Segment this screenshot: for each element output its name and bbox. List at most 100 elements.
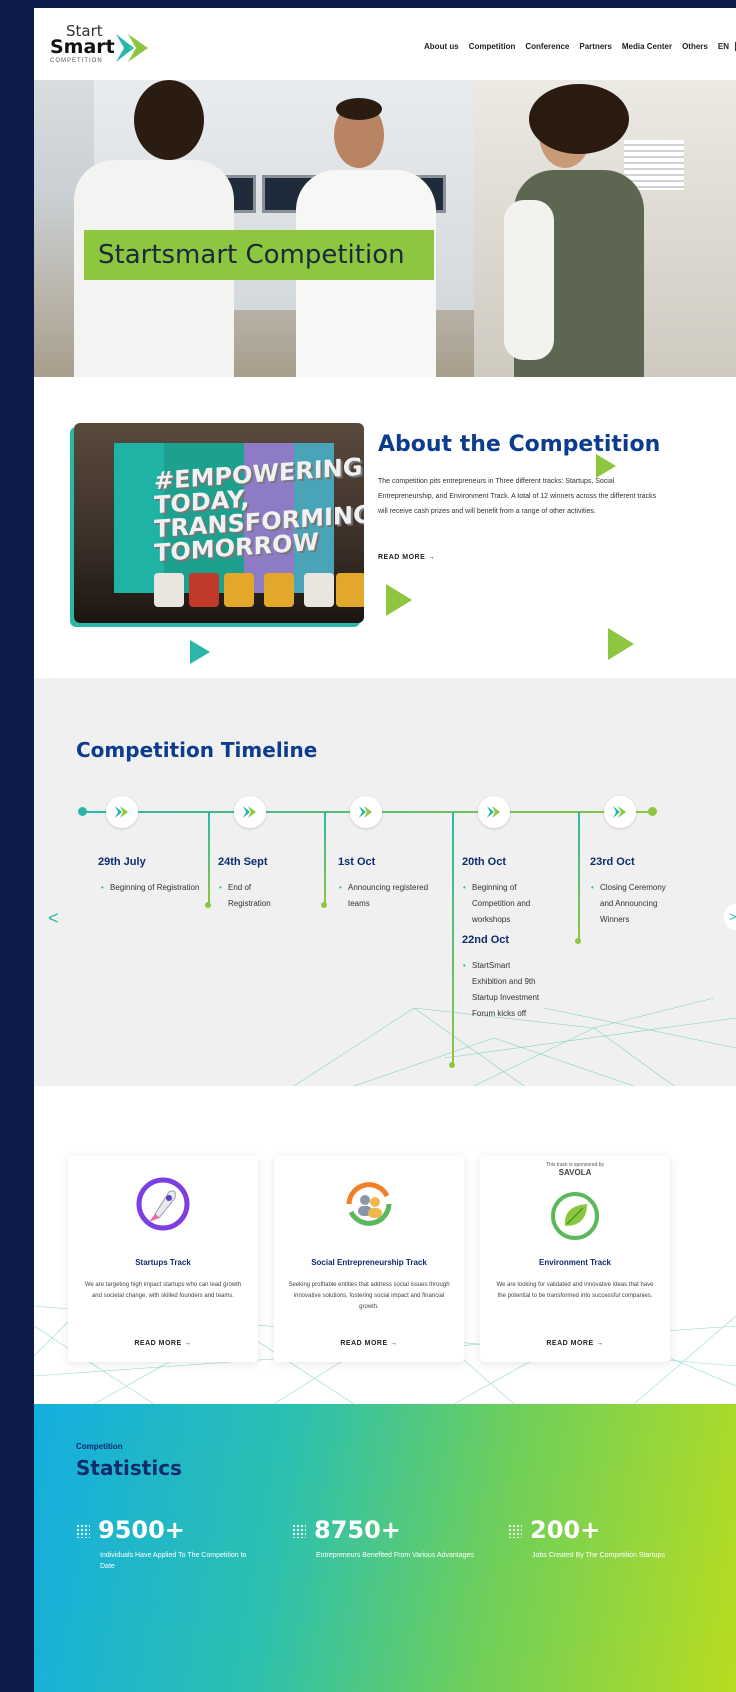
track-title: Startups Track [135,1258,191,1267]
nav-media-center[interactable]: Media Center [622,42,672,51]
decor-triangle-icon [596,454,616,478]
timeline-desc: End of Registration [219,880,294,912]
main-nav: About us Competition Conference Partners… [424,42,736,51]
image-hashtag: #EMPOWERING TODAY, TRANSFORMING TOMORROW [154,452,364,568]
stat-label: Individuals Have Applied To The Competit… [100,1552,247,1570]
decor-triangle-icon [190,640,210,664]
hero-person-hair [336,98,382,120]
statistics-section: Competition Statistics 9500+ Individuals… [34,1404,736,1692]
about-text: The competition pits entrepreneurs in Th… [378,478,657,515]
timeline-connector-dot [205,902,211,908]
track-desc: We are targeting high impact startups wh… [84,1282,242,1299]
timeline-start-dot [78,807,87,816]
image-stool [189,573,219,607]
dot-grid-icon [292,1524,306,1538]
stat-label: Entrepreneurs Benefited From Various Adv… [316,1552,474,1559]
chevron-right-icon [243,806,256,818]
track-read-more-link[interactable]: READ MORE → [68,1340,258,1347]
chevron-right-icon [487,806,500,818]
timeline-date: 24th Sept [218,856,268,868]
timeline-connector-dot [321,902,327,908]
nav-conference[interactable]: Conference [525,42,569,51]
timeline-date: 29th July [98,856,146,868]
chevron-right-icon [613,806,626,818]
timeline-desc: Closing Ceremony and Announcing Winners [591,880,672,928]
about-title: About the Competition [378,432,661,457]
tracks-section: Startups Track We are targeting high imp… [34,1086,736,1404]
track-title: Social Entrepreneurship Track [311,1258,427,1267]
timeline-date: 1st Oct [338,856,376,868]
logo[interactable]: Start Smart COMPETITION [50,22,150,66]
timeline-node [106,796,138,828]
statistics-subtitle: Competition [76,1442,123,1451]
timeline-node [350,796,382,828]
decor-triangle-icon [386,584,412,616]
timeline-desc: StartSmart Exhibition and 9th Startup In… [463,958,544,1022]
image-stool [304,573,334,607]
hero-person-sleeve [504,200,554,360]
nav-others[interactable]: Others [682,42,708,51]
logo-line3: COMPETITION [50,58,103,64]
track-card-social: Social Entrepreneurship Track Seeking pr… [274,1156,464,1362]
logo-line2: Smart [50,36,115,58]
stat-value: 200+ [530,1516,601,1544]
image-stool [154,573,184,607]
sponsor-logo: This track is sponsored by SAVOLA [540,1162,610,1177]
recycle-leaf-icon [551,1192,599,1240]
logo-chevron-icon [116,34,148,62]
timeline-node [478,796,510,828]
image-stool [224,573,254,607]
timeline-desc: Beginning of Registration [101,880,200,896]
dot-grid-icon [508,1524,522,1538]
timeline-connector [578,812,580,940]
nav-competition[interactable]: Competition [469,42,516,51]
timeline-date: 20th Oct [462,856,507,868]
image-stool [336,573,364,607]
track-desc: We are looking for validated and innovat… [496,1282,654,1299]
statistics-title: Statistics [76,1456,182,1480]
rocket-icon [136,1177,190,1231]
timeline-section: Competition Timeline 29th July Beginning… [34,678,736,1086]
stat-label: Jobs Created By The Competition Startups [532,1552,665,1559]
timeline-date: 22nd Oct [462,934,510,946]
timeline-desc: Beginning of Competition and workshops [463,880,556,928]
track-read-more-link[interactable]: READ MORE → [274,1340,464,1347]
track-read-more-link[interactable]: READ MORE → [480,1340,670,1347]
image-stool [264,573,294,607]
track-card-startups: Startups Track We are targeting high imp… [68,1156,258,1362]
timeline-desc: Announcing registered teams [339,880,444,912]
language-switch[interactable]: EN [718,42,736,51]
timeline-connector [452,812,454,1064]
about-read-more-link[interactable]: READ MORE → [378,554,435,561]
hero-person-hair [529,84,629,154]
hero-title: Startsmart Competition [84,230,434,280]
site-header: Start Smart COMPETITION About us Competi… [34,8,736,80]
decor-triangle-icon [608,628,634,660]
timeline-node [234,796,266,828]
nav-about-us[interactable]: About us [424,42,459,51]
timeline-connector-dot [575,938,581,944]
timeline-connector [208,812,210,904]
nav-partners[interactable]: Partners [579,42,611,51]
timeline-prev-button[interactable]: < [48,908,59,929]
community-icon [346,1182,392,1226]
track-card-environment: This track is sponsored by SAVOLA Enviro… [480,1156,670,1362]
track-title: Environment Track [538,1258,612,1267]
chevron-right-icon [115,806,128,818]
timeline-title: Competition Timeline [76,738,318,762]
timeline-date: 23rd Oct [590,856,635,868]
chevron-right-icon [359,806,372,818]
dot-grid-icon [76,1524,90,1538]
timeline-end-dot [648,807,657,816]
stat-value: 9500+ [98,1516,185,1544]
stat-value: 8750+ [314,1516,401,1544]
track-desc: Seeking profitable entities that address… [288,1282,450,1310]
hero-person-head [134,80,204,160]
hero-banner: Startsmart Competition [34,80,736,377]
timeline-connector-dot [449,1062,455,1068]
page: Start Smart COMPETITION About us Competi… [34,8,736,1692]
timeline-node [604,796,636,828]
about-image: #EMPOWERING TODAY, TRANSFORMING TOMORROW [74,423,364,623]
sponsor-name: SAVOLA [558,1168,592,1177]
timeline-connector [324,812,326,904]
